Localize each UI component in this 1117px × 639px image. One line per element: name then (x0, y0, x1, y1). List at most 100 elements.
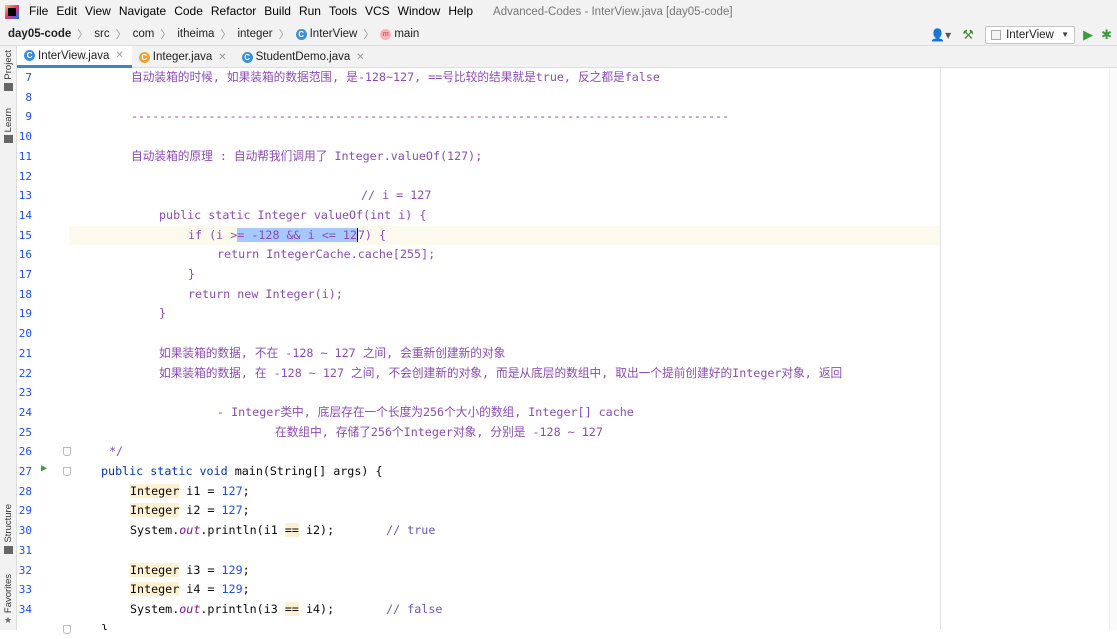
breadcrumb-separator-icon: 〉 (363, 29, 375, 41)
code-text: i4 = (179, 582, 222, 597)
breadcrumb-project[interactable]: day05-code (8, 28, 71, 40)
code-line: Integer i2 = 127; (69, 501, 940, 521)
code-text: System. (130, 523, 180, 538)
line-number: 15 (18, 228, 32, 242)
comment-text: 在数组中, 存储了256个Integer对象, 分别是 -128 ~ 127 (275, 424, 603, 439)
code-line: Integer i3 = 129; (69, 561, 940, 581)
close-icon[interactable]: ✕ (356, 52, 364, 63)
tool-tab-learn[interactable]: Learn (0, 108, 17, 144)
code-text: ; (242, 503, 250, 518)
breadcrumb-interview[interactable]: C InterView (295, 28, 357, 40)
close-icon[interactable]: ✕ (115, 50, 123, 61)
breadcrumb-src[interactable]: src (94, 28, 109, 40)
breadcrumb-com[interactable]: com (133, 28, 155, 40)
tab-integer-java[interactable]: C Integer.java ✕ (132, 46, 235, 68)
code-editor[interactable]: 自动装箱的时候, 如果装箱的数据范围, 是-128~127, ==号比较的结果就… (69, 68, 940, 630)
code-line: // i = 127 (69, 186, 940, 206)
code-line: 自动装箱的时候, 如果装箱的数据范围, 是-128~127, ==号比较的结果就… (69, 68, 940, 88)
menu-refactor[interactable]: Refactor (207, 0, 260, 23)
menu-view[interactable]: View (81, 0, 115, 23)
gutter-line: 27 ▶ (17, 462, 71, 482)
line-number: 13 (18, 189, 32, 203)
code-keyword: return (217, 247, 260, 262)
navigation-bar: day05-code 〉 src 〉 com 〉 itheima 〉 integ… (0, 23, 1117, 46)
class-icon: C (24, 50, 35, 61)
gutter-line (17, 620, 71, 639)
menu-window[interactable]: Window (394, 0, 445, 23)
menu-help[interactable]: Help (444, 0, 477, 23)
chevron-down-icon: ▼ (1061, 30, 1070, 39)
hammer-icon[interactable]: ⚒ (961, 27, 975, 42)
code-line: */ (69, 442, 940, 462)
line-comment: // true (386, 523, 436, 538)
number-literal: 127 (221, 483, 243, 498)
window-title: Advanced-Codes - InterView.java [day05-c… (493, 5, 733, 18)
debug-icon[interactable]: ✱ (1101, 27, 1112, 43)
scrollbar[interactable] (1109, 68, 1117, 630)
code-text: IntegerCache.cache[255]; (259, 247, 436, 262)
line-number: 19 (18, 307, 32, 321)
line-comment: // false (386, 601, 443, 616)
line-number: 26 (18, 445, 32, 459)
menu-vcs[interactable]: VCS (361, 0, 394, 23)
menu-navigate[interactable]: Navigate (115, 0, 170, 23)
line-number: 21 (18, 346, 32, 360)
gutter-line: 11 (17, 147, 69, 167)
run-icon[interactable]: ▶ (1083, 27, 1093, 43)
tool-tab-favorites[interactable]: Favorites ★ (0, 574, 17, 625)
line-number: 31 (18, 543, 32, 557)
tab-label: StudentDemo.java (255, 51, 351, 63)
gutter-line: 14 (17, 206, 69, 226)
user-icon[interactable]: 👤▾ (930, 28, 951, 42)
gutter-line: 15 (17, 226, 69, 246)
code-text: ; (242, 582, 250, 597)
code-text: Integer valueOf( (250, 207, 371, 222)
tool-tab-favorites-label: Favorites (3, 574, 14, 614)
gutter-line: 8 (17, 88, 69, 108)
close-icon[interactable]: ✕ (218, 52, 226, 63)
gutter-line: 13 (17, 186, 69, 206)
code-text: i2 = (179, 503, 222, 518)
tab-studentdemo-java[interactable]: C StudentDemo.java ✕ (235, 46, 373, 68)
comment-text: - Integer类中, 底层存在一个长度为256个大小的数组, Integer… (217, 404, 634, 419)
tool-tab-project[interactable]: Project (0, 50, 17, 91)
menu-file[interactable]: File (25, 0, 52, 23)
menu-build[interactable]: Build (260, 0, 295, 23)
code-line: } (69, 620, 940, 630)
menu-code[interactable]: Code (170, 0, 207, 23)
line-number: 14 (18, 208, 32, 222)
code-keyword: return new (188, 286, 259, 301)
menu-edit[interactable]: Edit (52, 0, 81, 23)
code-text: } (101, 621, 109, 630)
code-line: } (69, 304, 940, 324)
code-line: 自动装箱的原理 : 自动帮我们调用了 Integer.valueOf(127); (69, 147, 940, 167)
code-line: - Integer类中, 底层存在一个长度为256个大小的数组, Integer… (69, 403, 940, 423)
tool-tab-structure[interactable]: Structure (0, 504, 17, 554)
breadcrumb-integer[interactable]: integer (237, 28, 272, 40)
code-line: return new Integer(i); (69, 285, 940, 305)
run-arrow-icon[interactable]: ▶ (41, 463, 47, 474)
breadcrumb-separator-icon: 〉 (77, 29, 89, 41)
tab-interview-java[interactable]: C InterView.java ✕ (17, 46, 132, 68)
code-text: i3 = (179, 562, 222, 577)
code-text: i2); (298, 523, 335, 538)
menu-tools[interactable]: Tools (325, 0, 361, 23)
warning-type: Integer (130, 503, 180, 518)
line-number: 24 (18, 405, 32, 419)
breadcrumb-separator-icon: 〉 (115, 29, 127, 41)
line-number: 16 (18, 248, 32, 262)
breadcrumb-itheima[interactable]: itheima (177, 28, 214, 40)
gutter-line: 21 (17, 344, 69, 364)
comment-text: 自动装箱的原理 : 自动帮我们调用了 Integer.valueOf(127); (131, 148, 483, 163)
code-line: System.out.println(i1 == i2); // true (69, 521, 940, 541)
code-keyword: if (188, 227, 203, 242)
gutter-line: 19 (17, 304, 69, 324)
breadcrumb-main[interactable]: m main (380, 28, 419, 40)
menu-run[interactable]: Run (295, 0, 325, 23)
run-configuration-select[interactable]: InterView ▼ (985, 25, 1076, 44)
line-number: 27 (18, 465, 32, 478)
editor-gutter[interactable]: 7 8 9 10 11 12 13 14 15 16 17 18 19 20 2… (17, 68, 71, 634)
line-number: 8 (25, 90, 32, 104)
toolbar-right: 👤▾ ⚒ InterView ▼ ▶ ✱ (930, 23, 1117, 46)
comment-end: */ (109, 444, 124, 459)
